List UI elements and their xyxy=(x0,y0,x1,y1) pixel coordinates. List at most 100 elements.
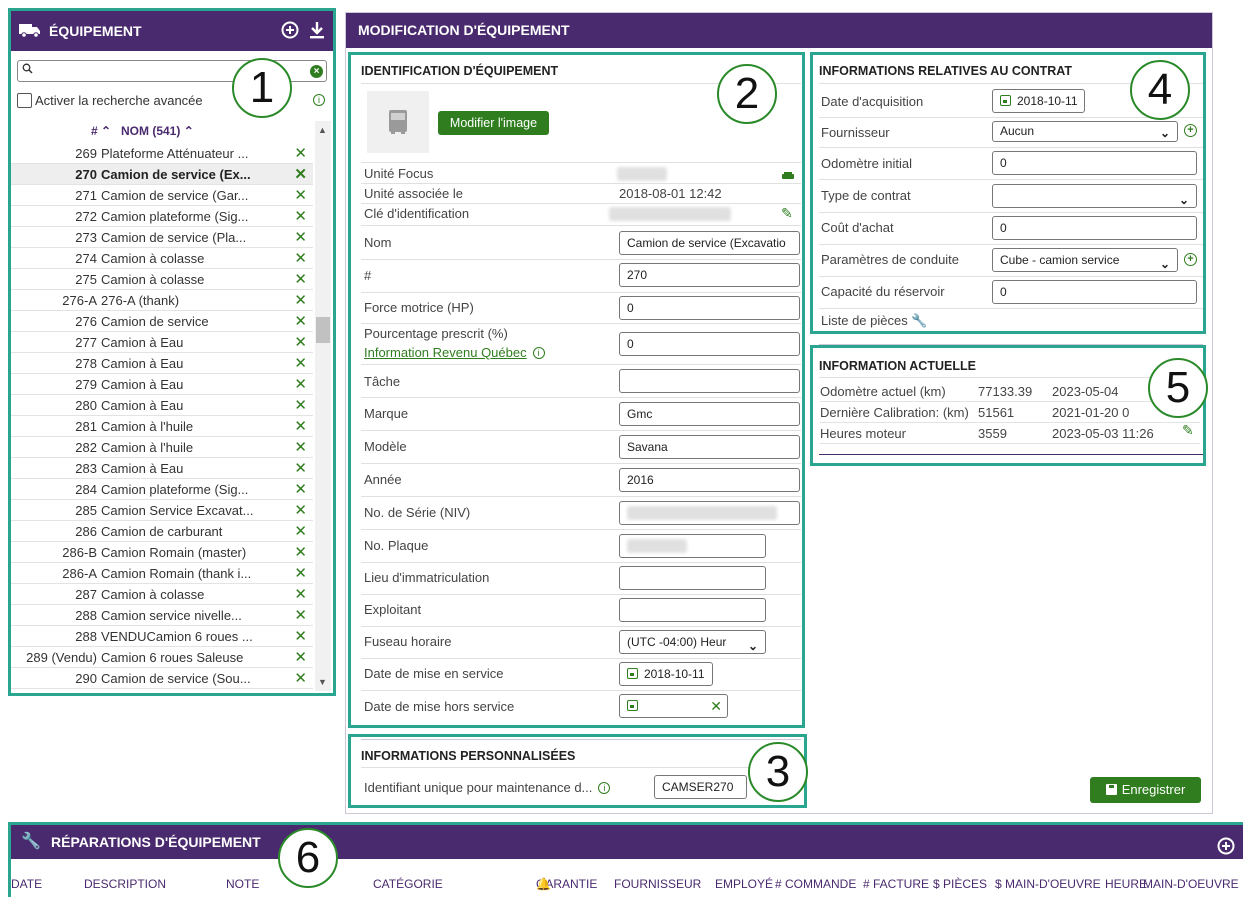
list-item[interactable]: 278 Camion à Eau ✕ xyxy=(11,353,313,374)
col-labor-cost[interactable]: $ MAIN-D'OEUVRE xyxy=(995,877,1101,891)
remove-icon[interactable]: ✕ xyxy=(294,501,307,519)
col-note[interactable]: NOTE xyxy=(226,877,259,891)
edit-pencil-icon[interactable]: ✎ xyxy=(781,205,793,222)
remove-icon[interactable]: ✕ xyxy=(294,165,307,183)
info-icon[interactable]: i xyxy=(313,94,325,106)
list-item[interactable]: 269 Plateforme Atténuateur ... ✕ xyxy=(11,143,313,164)
percent-input[interactable]: 0 xyxy=(619,332,800,356)
list-item[interactable]: 280 Camion à Eau ✕ xyxy=(11,395,313,416)
operator-input[interactable] xyxy=(619,598,766,622)
remove-icon[interactable]: ✕ xyxy=(294,648,307,666)
remove-icon[interactable]: ✕ xyxy=(294,417,307,435)
focus-unit-icon[interactable] xyxy=(782,169,794,184)
remove-icon[interactable]: ✕ xyxy=(294,396,307,414)
remove-icon[interactable]: ✕ xyxy=(294,564,307,582)
add-circle-icon[interactable] xyxy=(281,21,299,44)
add-circle-icon[interactable] xyxy=(1217,833,1235,867)
clear-search-icon[interactable]: × xyxy=(310,65,323,78)
remove-icon[interactable]: ✕ xyxy=(294,627,307,645)
list-item[interactable]: 279 Camion à Eau ✕ xyxy=(11,374,313,395)
timezone-select[interactable]: (UTC -04:00) Heur ⌄ xyxy=(619,630,766,654)
contract-type-select[interactable]: ⌄ xyxy=(992,184,1197,208)
col-supplier[interactable]: FOURNISSEUR xyxy=(614,877,701,891)
col-labor[interactable]: MAIN-D'OEUVRE xyxy=(1143,877,1239,891)
list-item[interactable]: 289 (Vendu) Camion 6 roues Saleuse ✕ xyxy=(11,647,313,668)
supplier-select[interactable]: Aucun ⌄ xyxy=(992,121,1178,142)
scroll-down-icon[interactable]: ▼ xyxy=(318,677,327,687)
col-employee[interactable]: EMPLOYÉ xyxy=(715,877,773,891)
col-category[interactable]: CATÉGORIE xyxy=(373,877,443,891)
list-scrollbar[interactable]: ▲ ▼ xyxy=(315,121,331,691)
add-driving-params-icon[interactable]: + xyxy=(1184,253,1197,266)
col-invoice[interactable]: # FACTURE xyxy=(863,877,929,891)
parts-list-label[interactable]: Liste de pièces 🔧 xyxy=(821,313,928,329)
list-item[interactable]: 288 VENDUCamion 6 roues ... ✕ xyxy=(11,626,313,647)
edit-pencil-icon[interactable]: ✎ xyxy=(1182,422,1194,439)
add-supplier-icon[interactable]: + xyxy=(1184,124,1197,137)
remove-icon[interactable]: ✕ xyxy=(294,354,307,372)
list-item[interactable]: 276 Camion de service ✕ xyxy=(11,311,313,332)
registration-input[interactable] xyxy=(619,566,766,590)
remove-icon[interactable]: ✕ xyxy=(294,249,307,267)
remove-icon[interactable]: ✕ xyxy=(294,207,307,225)
unique-id-input[interactable]: CAMSER270 xyxy=(654,775,747,799)
vin-input[interactable] xyxy=(619,501,800,525)
remove-icon[interactable]: ✕ xyxy=(294,186,307,204)
list-item[interactable]: 287 Camion à colasse ✕ xyxy=(11,584,313,605)
remove-icon[interactable]: ✕ xyxy=(294,459,307,477)
remove-icon[interactable]: ✕ xyxy=(294,291,307,309)
revenu-quebec-link[interactable]: Information Revenu Québec xyxy=(364,345,527,360)
horsepower-input[interactable]: 0 xyxy=(619,296,800,320)
remove-icon[interactable]: ✕ xyxy=(294,228,307,246)
remove-icon[interactable]: ✕ xyxy=(294,144,307,162)
sort-number-column[interactable]: # ⌃ xyxy=(91,124,111,138)
list-item[interactable]: 277 Camion à Eau ✕ xyxy=(11,332,313,353)
list-item[interactable]: 286 Camion de carburant ✕ xyxy=(11,521,313,542)
remove-icon[interactable]: ✕ xyxy=(294,543,307,561)
service-end-date[interactable]: ✕ xyxy=(619,694,728,718)
info-icon[interactable]: i xyxy=(598,782,611,794)
list-item[interactable]: 282 Camion à l'huile ✕ xyxy=(11,437,313,458)
task-input[interactable] xyxy=(619,369,800,393)
download-icon[interactable] xyxy=(309,21,325,44)
advanced-search-toggle[interactable]: Activer la recherche avancée xyxy=(17,93,203,108)
remove-icon[interactable]: ✕ xyxy=(294,669,307,687)
service-start-date[interactable]: 2018-10-11 xyxy=(619,662,713,686)
remove-icon[interactable]: ✕ xyxy=(294,480,307,498)
list-item[interactable]: 288 Camion service nivelle... ✕ xyxy=(11,605,313,626)
scroll-up-icon[interactable]: ▲ xyxy=(318,125,327,135)
initial-odometer-input[interactable]: 0 xyxy=(992,151,1197,175)
number-input[interactable]: 270 xyxy=(619,263,800,287)
driving-params-select[interactable]: Cube - camion service ⌄ xyxy=(992,248,1178,272)
col-hour[interactable]: HEURE xyxy=(1105,877,1147,891)
advanced-search-checkbox[interactable] xyxy=(17,93,32,108)
sort-name-column[interactable]: NOM (541) ⌃ xyxy=(121,124,194,138)
col-description[interactable]: DESCRIPTION xyxy=(84,877,166,891)
list-item[interactable]: 286-A Camion Romain (thank i... ✕ xyxy=(11,563,313,584)
save-button[interactable]: Enregistrer xyxy=(1090,777,1201,803)
remove-icon[interactable]: ✕ xyxy=(294,522,307,540)
list-item[interactable]: 274 Camion à colasse ✕ xyxy=(11,248,313,269)
acquisition-date[interactable]: 2018-10-11 xyxy=(992,89,1085,113)
remove-icon[interactable]: ✕ xyxy=(294,438,307,456)
list-item[interactable]: 285 Camion Service Excavat... ✕ xyxy=(11,500,313,521)
purchase-cost-input[interactable]: 0 xyxy=(992,216,1197,240)
scrollbar-thumb[interactable] xyxy=(316,317,330,343)
list-item[interactable]: 272 Camion plateforme (Sig... ✕ xyxy=(11,206,313,227)
list-item[interactable]: 270 Camion de service (Ex... ✕ xyxy=(11,164,313,185)
name-input[interactable]: Camion de service (Excavatio xyxy=(619,231,800,255)
brand-input[interactable]: Gmc xyxy=(619,402,800,426)
plate-input[interactable] xyxy=(619,534,766,558)
remove-icon[interactable]: ✕ xyxy=(294,606,307,624)
remove-icon[interactable]: ✕ xyxy=(294,312,307,330)
list-item[interactable]: 286-B Camion Romain (master) ✕ xyxy=(11,542,313,563)
info-icon[interactable]: i xyxy=(532,347,545,359)
list-item[interactable]: 284 Camion plateforme (Sig... ✕ xyxy=(11,479,313,500)
model-input[interactable]: Savana xyxy=(619,435,800,459)
col-date[interactable]: DATE xyxy=(11,877,42,891)
modify-image-button[interactable]: Modifier l'image xyxy=(438,111,549,135)
list-item[interactable]: 271 Camion de service (Gar... ✕ xyxy=(11,185,313,206)
remove-icon[interactable]: ✕ xyxy=(294,270,307,288)
col-parts[interactable]: $ PIÈCES xyxy=(933,877,987,891)
tank-capacity-input[interactable]: 0 xyxy=(992,280,1197,304)
